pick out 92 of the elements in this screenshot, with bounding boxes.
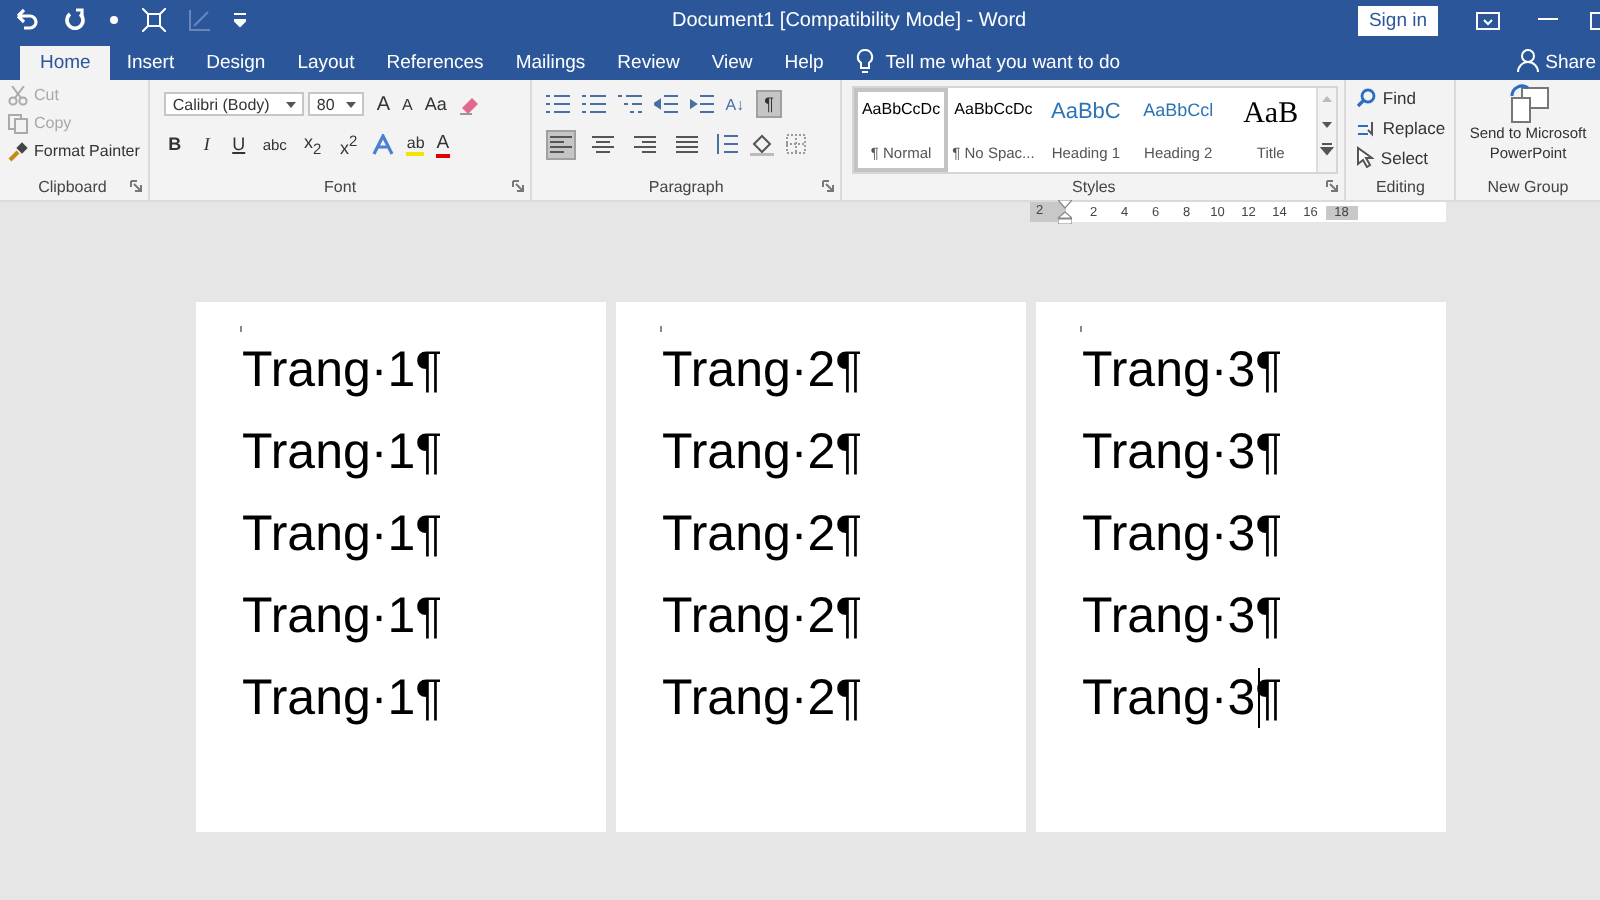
highlight-button[interactable]: ab	[406, 133, 425, 155]
change-case-button[interactable]: Aa	[424, 94, 447, 114]
paragraph-text: Trang·2¶	[662, 668, 863, 728]
indent-marker-icon[interactable]	[1058, 200, 1072, 224]
multilevel-list-icon[interactable]	[617, 94, 642, 114]
sort-button[interactable]: A↓	[725, 95, 745, 113]
dialog-launcher-icon[interactable]	[511, 180, 524, 192]
shrink-font-button[interactable]: A	[402, 95, 413, 113]
paragraph-text: Trang·3¶	[1082, 504, 1283, 564]
ribbon-tab[interactable]: References	[370, 46, 500, 80]
align-icon	[549, 135, 572, 153]
group-label: Font	[324, 178, 357, 196]
align-button[interactable]	[545, 129, 576, 159]
group-label: Styles	[1072, 178, 1116, 196]
bullets-icon[interactable]	[545, 94, 570, 114]
caret-icon	[286, 101, 297, 107]
caret-icon	[346, 101, 357, 107]
group-label: Editing	[1375, 178, 1425, 196]
paragraph-text: Trang·2¶	[662, 340, 863, 400]
font-format-button[interactable]: U	[228, 134, 249, 154]
ribbon-tab[interactable]: Home	[20, 46, 111, 80]
undo-icon[interactable]	[12, 8, 40, 32]
dot-icon[interactable]	[108, 14, 120, 26]
font-size-field[interactable]: 80	[308, 92, 365, 116]
paragraph-text: Trang·2¶	[662, 586, 863, 646]
paragraph-text: Trang·1¶	[242, 668, 443, 728]
text-effects-icon[interactable]	[372, 133, 395, 155]
align-icon	[675, 135, 698, 153]
paragraph-text: Trang·2¶	[662, 504, 863, 564]
eraser-icon[interactable]	[458, 93, 481, 115]
line-spacing-icon[interactable]	[713, 134, 738, 154]
numbering-icon[interactable]	[581, 94, 606, 114]
ribbon-tab[interactable]: View	[695, 46, 769, 80]
pointer-icon	[1356, 146, 1375, 168]
copy-icon	[8, 113, 28, 133]
customize-icon[interactable]	[234, 12, 246, 28]
paragraph-text: Trang·1¶	[242, 422, 443, 482]
lightbulb-icon	[855, 48, 874, 74]
ribbon-tab[interactable]: Help	[768, 46, 840, 80]
person-icon[interactable]	[1515, 48, 1540, 74]
paragraph-text: Trang·3¶	[1082, 422, 1283, 482]
text-boundary-mark	[240, 326, 242, 332]
expand-icon[interactable]	[142, 8, 166, 32]
paintbrush-icon	[8, 141, 28, 161]
redo-icon[interactable]	[62, 8, 86, 32]
share-button[interactable]: Share	[1545, 46, 1596, 80]
paragraph-text: Trang·1¶	[242, 586, 443, 646]
paragraph-text: Trang·3¶	[1082, 586, 1283, 646]
align-icon	[591, 135, 614, 153]
increase-indent-icon[interactable]	[689, 94, 714, 114]
ribbon-display-icon[interactable]	[1476, 11, 1500, 29]
decrease-indent-icon[interactable]	[653, 94, 678, 114]
borders-icon[interactable]	[785, 134, 806, 154]
font-format-button[interactable]: I	[196, 134, 217, 154]
dialog-launcher-icon[interactable]	[822, 180, 835, 192]
ribbon-tab[interactable]: Review	[601, 46, 696, 80]
group-label: New Group	[1487, 178, 1569, 196]
font-format-button[interactable]: x$_{2}$	[300, 131, 325, 157]
paragraph-text: Trang·3¶	[1082, 340, 1283, 400]
text-boundary-mark	[660, 326, 662, 332]
minimize-icon[interactable]	[1538, 18, 1558, 22]
dialog-launcher-icon[interactable]	[1326, 180, 1339, 192]
font-color-button[interactable]: A	[436, 131, 450, 157]
paragraph-text: Trang·1¶	[242, 340, 443, 400]
paragraph-text: Trang·1¶	[242, 504, 443, 564]
text-boundary-mark	[1080, 326, 1082, 332]
editing-button[interactable]: Find	[1356, 84, 1448, 110]
shading-icon[interactable]	[749, 133, 774, 155]
show-marks-button[interactable]: ¶	[756, 90, 782, 118]
group-label: Paragraph	[648, 178, 724, 196]
group-label: Clipboard	[38, 178, 107, 196]
align-icon	[633, 135, 656, 153]
font-format-button[interactable]: B	[164, 134, 185, 154]
ribbon-tab[interactable]: Design	[190, 46, 282, 80]
scissors-icon	[8, 85, 28, 105]
font-format-button[interactable]: x$^{2}$	[336, 131, 361, 157]
clipboard-button[interactable]: Format Painter	[2, 140, 143, 162]
ribbon-tab[interactable]: Insert	[110, 46, 191, 80]
tell-me-search[interactable]: Tell me what you want to do	[885, 46, 1121, 80]
font-name-field[interactable]: Calibri (Body)	[164, 92, 305, 116]
sign-in-button[interactable]: Sign in	[1358, 5, 1438, 35]
editing-button[interactable]: Replace	[1356, 114, 1448, 140]
replace-icon	[1356, 117, 1377, 137]
ribbon-tab[interactable]: Mailings	[499, 46, 602, 80]
ribbon-tab[interactable]: Layout	[281, 46, 371, 80]
restore-icon[interactable]	[1590, 11, 1600, 29]
search-icon	[1356, 87, 1377, 107]
dialog-launcher-icon[interactable]	[130, 180, 143, 192]
editing-button[interactable]: Select	[1356, 144, 1448, 170]
paragraph-text: Trang·2¶	[662, 422, 863, 482]
grow-font-button[interactable]: A	[376, 93, 391, 115]
window-title: Document1 [Compatibility Mode] - Word	[672, 9, 1029, 31]
